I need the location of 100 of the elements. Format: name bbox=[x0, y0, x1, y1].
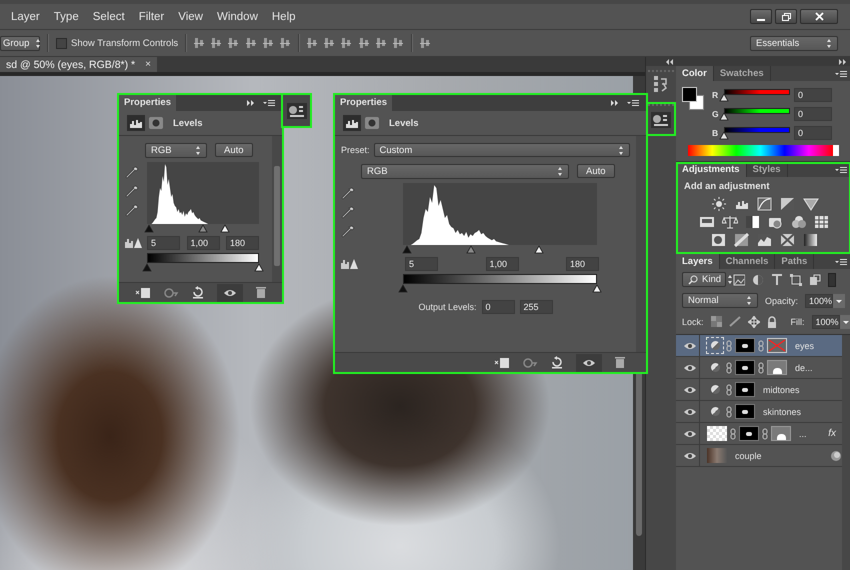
filter-toggle[interactable] bbox=[828, 272, 836, 286]
panel-tab[interactable]: Properties bbox=[335, 95, 392, 111]
layer-row[interactable]: skintones bbox=[676, 401, 842, 423]
link-icon[interactable] bbox=[726, 384, 732, 396]
dropdown-icon[interactable] bbox=[833, 294, 845, 308]
close-tab-button[interactable]: × bbox=[145, 59, 151, 70]
reset-icon[interactable] bbox=[550, 356, 564, 369]
color-swatches[interactable] bbox=[682, 87, 706, 111]
menu-item[interactable]: Layer bbox=[4, 10, 47, 22]
selective-color-icon[interactable] bbox=[780, 233, 796, 247]
properties-icon[interactable] bbox=[286, 102, 306, 118]
document-tab[interactable]: sd @ 50% (eyes, RGB/8*) * × bbox=[0, 57, 157, 72]
menu-item[interactable]: Window bbox=[210, 10, 265, 22]
hue-saturation-icon[interactable] bbox=[699, 215, 715, 229]
align-icon[interactable] bbox=[307, 37, 318, 49]
mask-icon[interactable] bbox=[149, 116, 163, 130]
eyedropper-icon[interactable] bbox=[341, 187, 355, 200]
eyedropper-icon[interactable] bbox=[341, 206, 355, 219]
color-slider[interactable] bbox=[724, 108, 790, 114]
invert-icon[interactable] bbox=[710, 233, 726, 247]
link-icon[interactable] bbox=[758, 362, 764, 374]
align-icon[interactable] bbox=[359, 37, 370, 49]
color-spectrum[interactable] bbox=[688, 145, 839, 156]
layer-row[interactable]: couple bbox=[676, 445, 842, 467]
brush-icon[interactable] bbox=[728, 316, 741, 327]
posterize-icon[interactable] bbox=[734, 233, 750, 247]
panel-tab[interactable]: Layers bbox=[676, 254, 720, 269]
clip-warning-icon[interactable] bbox=[125, 237, 143, 249]
input-level-field[interactable]: 180 bbox=[226, 236, 259, 250]
layer-thumbnail[interactable] bbox=[707, 448, 727, 463]
balance-scale-icon[interactable] bbox=[722, 215, 738, 229]
type-filter-icon[interactable] bbox=[771, 274, 783, 286]
mask-icon[interactable] bbox=[365, 116, 379, 130]
scrollbar[interactable] bbox=[272, 136, 282, 282]
shape-filter-icon[interactable] bbox=[790, 274, 802, 286]
menu-item[interactable]: View bbox=[171, 10, 210, 22]
slider-triangle-icon[interactable] bbox=[719, 112, 729, 121]
collapse-icon[interactable] bbox=[246, 99, 256, 107]
trash-icon[interactable] bbox=[614, 356, 626, 369]
color-slider[interactable] bbox=[724, 127, 790, 133]
channel-value-field[interactable]: 0 bbox=[794, 88, 832, 102]
mask-thumbnail[interactable] bbox=[735, 382, 755, 397]
move-icon[interactable] bbox=[748, 316, 760, 328]
scrollbar[interactable] bbox=[636, 136, 646, 352]
output-level-field[interactable]: 255 bbox=[520, 300, 553, 314]
panel-menu-icon[interactable] bbox=[626, 99, 640, 107]
properties-icon[interactable] bbox=[651, 112, 671, 128]
preset-select[interactable]: Custom bbox=[374, 143, 630, 157]
split-square-icon[interactable] bbox=[745, 215, 761, 229]
eyedropper-icon[interactable] bbox=[125, 185, 139, 198]
checkbox[interactable] bbox=[56, 38, 67, 48]
align-icon[interactable] bbox=[263, 37, 274, 49]
collapse-icon[interactable] bbox=[610, 99, 620, 107]
menu-item[interactable]: Filter bbox=[132, 10, 172, 22]
slider-triangle-icon[interactable] bbox=[254, 263, 264, 272]
clip-warning-icon[interactable] bbox=[341, 258, 359, 270]
layer-thumbnail[interactable] bbox=[707, 426, 727, 441]
fill-field[interactable]: 100% bbox=[812, 314, 840, 328]
auto-button[interactable]: Auto bbox=[215, 143, 253, 157]
panel-tab[interactable]: Color bbox=[676, 66, 714, 81]
slider-triangle-icon[interactable] bbox=[719, 93, 729, 102]
view-previous-icon[interactable] bbox=[162, 286, 178, 298]
panel-menu-icon[interactable] bbox=[835, 70, 847, 78]
dropdown-icon[interactable] bbox=[840, 314, 850, 328]
reset-icon[interactable] bbox=[190, 286, 204, 299]
vector-mask-thumbnail[interactable] bbox=[767, 360, 787, 375]
levels-icon[interactable] bbox=[343, 115, 361, 131]
layer-row[interactable]: eyes bbox=[676, 335, 842, 357]
blend-mode-select[interactable]: Normal bbox=[682, 293, 758, 308]
link-icon[interactable] bbox=[730, 428, 736, 440]
gradient-map-icon[interactable] bbox=[802, 233, 818, 247]
link-icon[interactable] bbox=[726, 406, 732, 418]
camera-icon[interactable] bbox=[768, 215, 784, 229]
mask-thumbnail[interactable] bbox=[735, 404, 755, 419]
slider-triangle-icon[interactable] bbox=[198, 224, 208, 233]
eyedropper-icon[interactable] bbox=[125, 204, 139, 217]
mask-thumbnail[interactable] bbox=[735, 338, 755, 353]
eyedropper-icon[interactable] bbox=[341, 225, 355, 238]
menu-item[interactable]: Type bbox=[46, 10, 86, 22]
align-icon[interactable] bbox=[341, 37, 352, 49]
adjustment-filter-icon[interactable] bbox=[752, 274, 764, 286]
image-filter-icon[interactable] bbox=[733, 274, 745, 286]
align-icon[interactable] bbox=[280, 37, 292, 49]
mask-thumbnail[interactable] bbox=[739, 426, 759, 441]
clip-to-layer-icon[interactable] bbox=[134, 286, 150, 298]
layer-row[interactable]: ... fx bbox=[676, 423, 842, 445]
channel-select[interactable]: RGB bbox=[145, 142, 207, 158]
menu-item[interactable]: Select bbox=[86, 10, 132, 22]
link-icon[interactable] bbox=[762, 428, 768, 440]
trash-icon[interactable] bbox=[254, 286, 266, 299]
panel-menu-icon[interactable] bbox=[835, 166, 847, 174]
input-level-field[interactable]: 5 bbox=[147, 236, 180, 250]
align-icon[interactable] bbox=[194, 37, 206, 49]
link-icon[interactable] bbox=[726, 362, 732, 374]
panel-menu-icon[interactable] bbox=[262, 99, 276, 107]
align-icon[interactable] bbox=[324, 37, 336, 49]
slider-triangle-icon[interactable] bbox=[398, 284, 408, 293]
group-select[interactable]: Group bbox=[0, 36, 40, 50]
color-slider[interactable] bbox=[724, 89, 790, 95]
clip-to-layer-icon[interactable] bbox=[494, 356, 510, 368]
